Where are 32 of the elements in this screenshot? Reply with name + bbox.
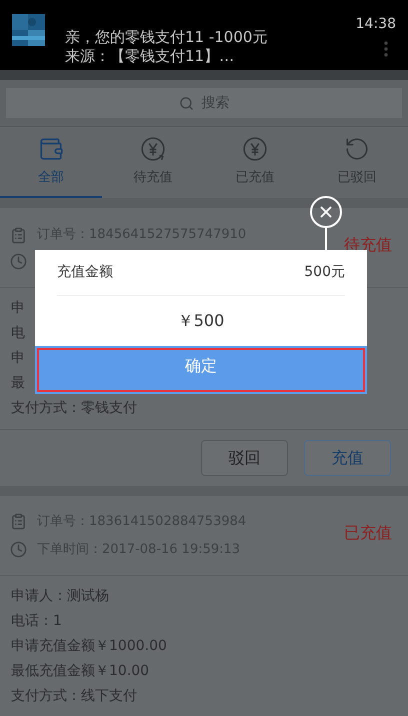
order-detail: 支付方式：零钱支付 [11,399,137,418]
notification-text: 来源：【零钱支付11】… [65,47,236,66]
yen-circle-icon [242,136,268,162]
wallet-icon [38,136,64,162]
notification-panel[interactable]: 亲，您的零钱支付11 -1000元 来源：【零钱支付11】… 14:38 [0,0,408,70]
order-detail: 最 [11,374,25,393]
amount-value: 500元 [304,263,345,282]
confirm-button[interactable]: 确定 [37,348,365,392]
notification-time: 14:38 [356,15,396,34]
order-detail: 申 [11,299,25,318]
clipboard-icon [10,226,27,244]
recharge-button[interactable]: 充值 [304,440,391,476]
clipboard-icon [10,513,27,530]
close-button[interactable] [310,196,342,228]
tab[interactable]: 全部 [0,127,102,198]
order-detail: 支付方式：线下支付 [11,687,137,706]
amount-display: ￥500 [178,310,224,332]
notification-text: 亲，您的零钱支付11 -1000元 [65,28,268,47]
amount-label: 充值金额 [57,263,113,282]
order-detail: 电话：1 [11,612,62,631]
search-icon [178,96,194,110]
order-detail: 最低充值金额￥10.00 [11,662,150,681]
clock-icon [10,540,27,558]
order-detail: 申请充值金额￥1000.00 [11,637,167,656]
undo-icon [344,136,370,162]
order-status: 已充值 [344,522,392,544]
clock-icon [10,252,27,270]
reject-button[interactable]: 驳回 [201,440,288,476]
yen-refresh-icon [140,136,166,162]
order-detail: 电 [11,324,25,343]
order-detail: 申请人：测试杨 [11,587,109,606]
order-detail: 申 [11,349,25,368]
